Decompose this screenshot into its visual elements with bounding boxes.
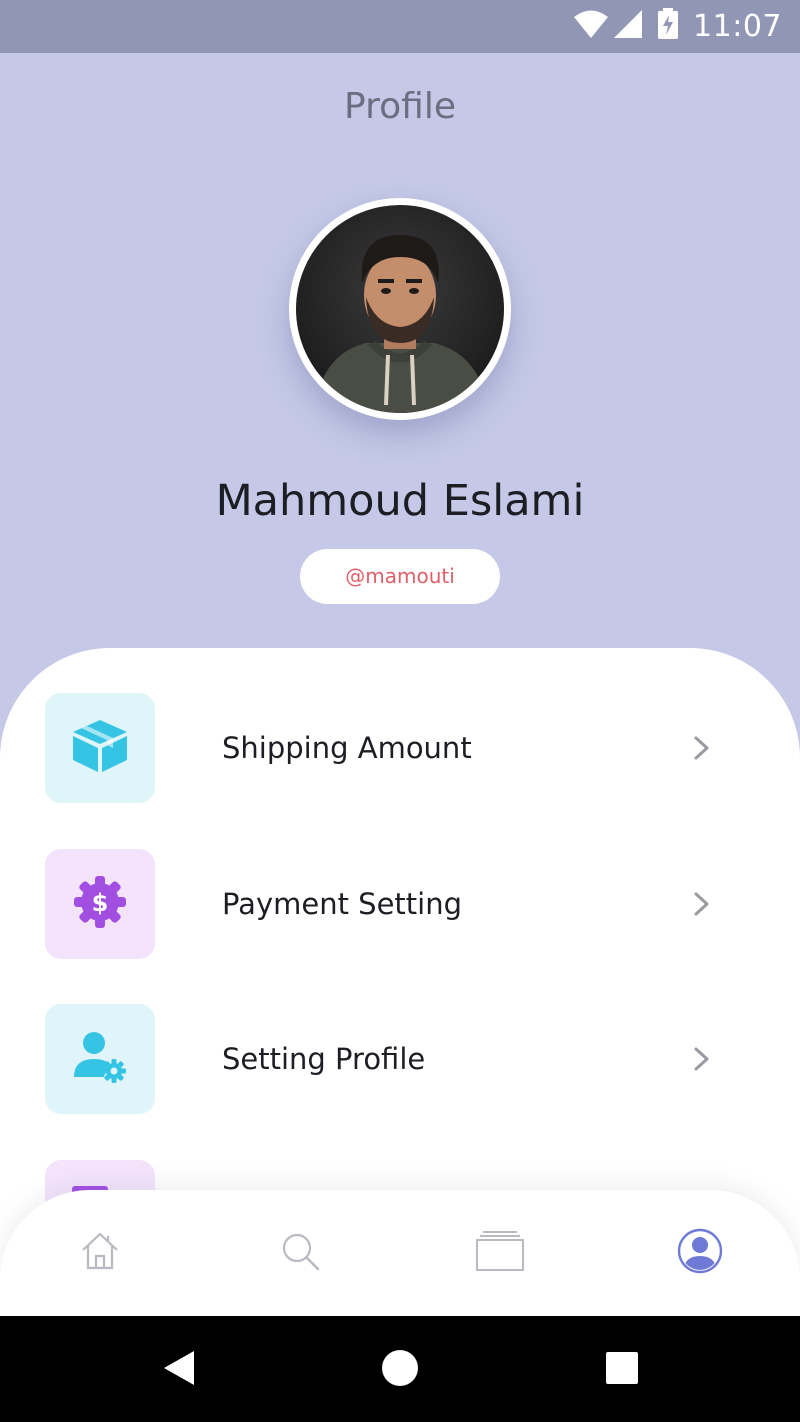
menu-item-tile <box>45 693 155 803</box>
chevron-right-icon <box>690 888 714 920</box>
profile-icon <box>677 1228 723 1279</box>
nav-profile[interactable] <box>675 1228 725 1278</box>
svg-text:$: $ <box>92 889 109 917</box>
system-recents-button[interactable] <box>601 1349 643 1391</box>
menu-item-tile <box>45 1004 155 1114</box>
system-nav-bar <box>0 1316 800 1422</box>
bottom-nav <box>0 1190 800 1316</box>
chevron-right-icon <box>690 1043 714 1075</box>
user-name: Mahmoud Eslami <box>215 476 585 526</box>
nav-search[interactable] <box>275 1228 325 1278</box>
menu-item-payment-setting[interactable]: $ Payment Setting <box>45 849 745 959</box>
signal-icon <box>613 9 643 44</box>
system-home-button[interactable] <box>379 1349 421 1391</box>
battery-charging-icon <box>657 8 679 45</box>
home-circle-icon <box>381 1349 419 1392</box>
status-bar: 11:07 <box>0 0 800 53</box>
menu-item-label: Setting Profile <box>222 1042 426 1076</box>
menu-item-label: Payment Setting <box>222 887 463 921</box>
menu-item-tile: $ <box>45 849 155 959</box>
menu-item-label: Shipping Amount <box>222 731 472 765</box>
home-icon <box>79 1230 121 1277</box>
status-icons: 11:07 <box>573 0 782 53</box>
nav-cards[interactable] <box>475 1228 525 1278</box>
package-icon <box>71 718 129 779</box>
search-icon <box>279 1230 321 1277</box>
dollar-gear-icon: $ <box>72 874 128 935</box>
page-title: Profile <box>344 86 456 127</box>
avatar-frame[interactable] <box>289 198 511 420</box>
cards-icon <box>475 1230 525 1277</box>
menu-item-setting-profile[interactable]: Setting Profile <box>45 1004 745 1114</box>
user-handle-pill[interactable]: @mamouti <box>300 549 500 604</box>
user-gear-icon <box>72 1029 128 1090</box>
system-back-button[interactable] <box>157 1349 199 1391</box>
wifi-icon <box>573 9 609 44</box>
recents-square-icon <box>604 1350 640 1391</box>
status-time: 11:07 <box>693 9 782 44</box>
chevron-right-icon <box>690 732 714 764</box>
menu-item-shipping-amount[interactable]: Shipping Amount <box>45 693 745 803</box>
avatar <box>296 205 504 413</box>
nav-home[interactable] <box>75 1228 125 1278</box>
back-triangle-icon <box>160 1349 196 1392</box>
